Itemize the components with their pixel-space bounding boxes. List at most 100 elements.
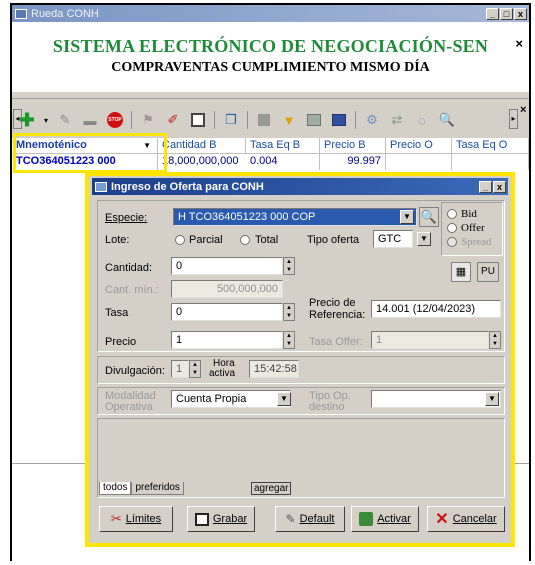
- banner: SISTEMA ELECTRÓNICO DE NEGOCIACIÓN-SEN C…: [12, 22, 529, 92]
- default-button[interactable]: ✎ Default: [275, 506, 345, 532]
- tipo-op-destino-label-2: destino: [309, 401, 345, 413]
- total-radio[interactable]: [240, 235, 250, 245]
- agregar-button[interactable]: agregar: [251, 482, 292, 495]
- app-icon: [15, 8, 27, 19]
- banner-subtitle: COMPRAVENTAS CUMPLIMIENTO MISMO DÍA: [111, 60, 430, 75]
- cantidad-field[interactable]: 0: [171, 257, 283, 275]
- bid-label: Bid: [461, 208, 477, 220]
- precio-spinner[interactable]: ▲ ▼: [283, 331, 295, 349]
- refresh-icon[interactable]: ◌: [413, 111, 431, 129]
- zoom-icon[interactable]: 🔍: [438, 111, 456, 129]
- maximize-button[interactable]: □: [500, 7, 513, 20]
- column-header-precio-o[interactable]: Precio O: [386, 138, 452, 153]
- tasa-label: Tasa: [105, 307, 129, 319]
- minus-icon[interactable]: ▬: [81, 111, 99, 129]
- column-header-tasa-eq-o[interactable]: Tasa Eq O: [452, 138, 529, 153]
- offer-entry-dialog: Ingreso de Oferta para CONH _ x Especie:…: [85, 172, 515, 547]
- hora-activa-label-2: activa: [209, 368, 236, 379]
- grabar-label: Grabar: [212, 513, 248, 525]
- edit-icon[interactable]: ✎: [56, 111, 74, 129]
- stop-icon[interactable]: STOP: [106, 111, 124, 129]
- tab-strip: todos preferidos: [99, 482, 184, 495]
- cell-tasa-eq-b[interactable]: 0.004: [246, 154, 320, 170]
- window-title: Rueda CONH: [31, 7, 99, 20]
- tasa-offer-field[interactable]: 1: [371, 331, 489, 349]
- square-icon[interactable]: [255, 111, 273, 129]
- grabar-button[interactable]: Grabar: [187, 506, 255, 532]
- toolbar-separator: [247, 111, 248, 129]
- tasa-field[interactable]: 0: [171, 303, 283, 321]
- precio-label: Precio: [105, 336, 137, 348]
- divulgacion-spinner[interactable]: ▲ ▼: [189, 360, 201, 378]
- toolbar-separator: [355, 111, 356, 129]
- add-icon[interactable]: ✚: [18, 110, 36, 130]
- chart-icon[interactable]: [330, 111, 348, 129]
- bid-radio[interactable]: [447, 209, 457, 219]
- banner-close-icon[interactable]: ×: [515, 36, 523, 51]
- divulgacion-field[interactable]: 1: [171, 360, 189, 378]
- cantidad-spinner[interactable]: ▲ ▼: [283, 257, 295, 275]
- modalidad-label-2: Operativa: [105, 401, 153, 413]
- activar-icon: [359, 512, 374, 526]
- precio-referencia-label-1: Precio de: [309, 297, 356, 309]
- cant-min-field[interactable]: 500,000,000: [171, 280, 283, 298]
- tipo-op-destino-field[interactable]: [371, 390, 501, 408]
- toolbar-scroll-right[interactable]: ▸: [509, 109, 518, 129]
- cell-tasa-eq-o[interactable]: [452, 154, 529, 170]
- dialog-app-icon: [95, 181, 107, 192]
- tipo-op-destino-dropdown-icon[interactable]: ▼: [485, 392, 499, 406]
- spread-radio[interactable]: [447, 237, 457, 247]
- tasa-spinner[interactable]: ▲ ▼: [283, 303, 295, 321]
- flag-icon[interactable]: ⚑: [139, 111, 157, 129]
- dialog-close-button[interactable]: x: [493, 180, 506, 193]
- precio-referencia-field: 14.001 (12/04/2023): [371, 300, 501, 318]
- offer-label: Offer: [461, 222, 485, 234]
- cell-precio-b[interactable]: 99.997: [320, 154, 386, 170]
- activar-button[interactable]: Activar: [351, 506, 419, 532]
- image-icon[interactable]: [305, 111, 323, 129]
- copy-icon[interactable]: ❐: [222, 111, 240, 129]
- especie-field[interactable]: H TCO364051223 000 COP: [173, 208, 417, 226]
- tasa-offer-label: Tasa Offer:: [309, 336, 363, 348]
- calculator-icon[interactable]: ▦: [451, 262, 471, 282]
- modalidad-field[interactable]: Cuenta Propia: [171, 390, 291, 408]
- modalidad-dropdown-icon[interactable]: ▼: [277, 392, 291, 406]
- parcial-label: Parcial: [189, 234, 223, 246]
- tipo-oferta-label: Tipo oferta: [307, 234, 360, 246]
- tab-preferidos[interactable]: preferidos: [131, 482, 184, 495]
- search-icon[interactable]: 🔍: [419, 207, 439, 227]
- divulgacion-label: Divulgación:: [105, 365, 165, 377]
- cell-precio-o[interactable]: [386, 154, 452, 170]
- tipo-oferta-field[interactable]: GTC: [373, 230, 413, 248]
- column-header-tasa-eq-b[interactable]: Tasa Eq B: [246, 138, 320, 153]
- tasa-offer-spinner[interactable]: ▲ ▼: [489, 331, 501, 349]
- dropdown-arrow-icon[interactable]: ▾: [43, 111, 49, 129]
- activar-label: Activar: [377, 513, 411, 525]
- toolbar-close-icon[interactable]: ×: [520, 104, 526, 116]
- dialog-minimize-button[interactable]: _: [479, 180, 492, 193]
- save-icon[interactable]: [189, 111, 207, 129]
- toolbar-separator: [214, 111, 215, 129]
- especie-dropdown-icon[interactable]: ▼: [400, 210, 414, 224]
- arrow-icon[interactable]: ▼: [280, 111, 298, 129]
- especie-label: Especie:: [105, 212, 148, 224]
- brush-icon[interactable]: ✐: [164, 111, 182, 129]
- cell-cantidad-b[interactable]: 18,000,000,000: [158, 154, 246, 170]
- cancelar-button[interactable]: ✕ Cancelar: [427, 506, 505, 532]
- close-button[interactable]: x: [514, 7, 527, 20]
- limites-button[interactable]: ✂ Límites: [99, 506, 173, 532]
- column-header-precio-b[interactable]: Precio B: [320, 138, 386, 153]
- default-label: Default: [299, 513, 335, 525]
- precio-field[interactable]: 1: [171, 331, 283, 349]
- minimize-button[interactable]: _: [486, 7, 499, 20]
- parcial-radio[interactable]: [175, 235, 185, 245]
- toolbar-separator: [131, 111, 132, 129]
- transfer-icon[interactable]: ⇄: [388, 111, 406, 129]
- limites-label: Límites: [125, 513, 162, 525]
- column-header-cantidad-b[interactable]: Cantidad B: [158, 138, 246, 153]
- tipo-oferta-dropdown-icon[interactable]: ▼: [417, 232, 431, 246]
- tab-todos[interactable]: todos: [99, 482, 132, 495]
- offer-radio[interactable]: [447, 223, 457, 233]
- pu-button[interactable]: PU: [477, 262, 499, 282]
- settings-icon[interactable]: ⚙: [363, 111, 381, 129]
